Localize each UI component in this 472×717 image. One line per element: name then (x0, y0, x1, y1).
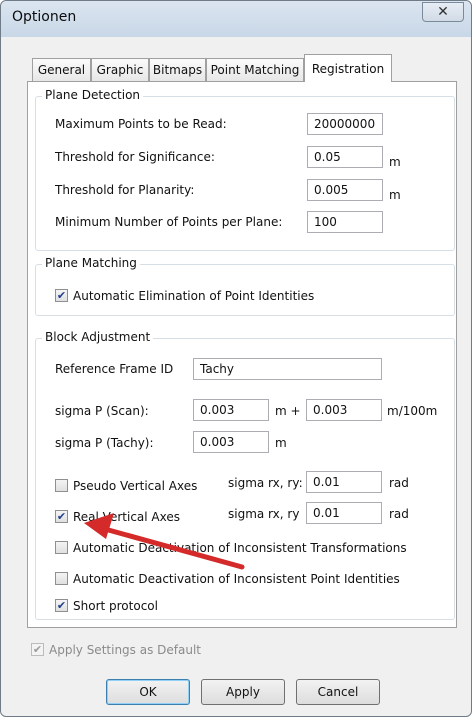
tab-registration[interactable]: Registration (304, 54, 392, 82)
checkmark-icon: ✔ (56, 510, 67, 523)
sigma-tachy-unit: m (275, 436, 287, 450)
sigma-scan-ppm-input[interactable]: 0.003 (306, 399, 382, 421)
significance-label: Threshold for Significance: (55, 150, 215, 164)
planarity-input[interactable]: 0.005 (307, 179, 383, 201)
checkmark-icon: ✔ (56, 289, 67, 302)
pseudo-sigma-label: sigma rx, ry: (228, 476, 303, 490)
reference-frame-label: Reference Frame ID (55, 362, 174, 376)
auto-elimination-checkbox[interactable]: ✔ (55, 289, 68, 302)
sigma-scan-label: sigma P (Scan): (55, 404, 149, 418)
pseudo-vertical-checkbox[interactable] (55, 479, 68, 492)
max-points-input[interactable]: 20000000 (307, 113, 383, 135)
auto-deact-points-checkbox[interactable] (55, 572, 68, 585)
significance-unit: m (389, 155, 401, 169)
apply-button[interactable]: Apply (201, 679, 285, 705)
checkmark-icon: ✔ (32, 643, 43, 656)
apply-default-checkbox[interactable]: ✔ (31, 643, 44, 656)
planarity-unit: m (389, 188, 401, 202)
tab-label: Registration (311, 61, 385, 76)
max-points-label: Maximum Points to be Read: (55, 117, 227, 131)
auto-elimination-label: Automatic Elimination of Point Identitie… (73, 289, 315, 303)
tab-general[interactable]: General (32, 58, 91, 81)
tab-graphic[interactable]: Graphic (91, 58, 149, 81)
pseudo-sigma-input[interactable]: 0.01 (306, 471, 382, 493)
significance-input[interactable]: 0.05 (307, 146, 383, 168)
tab-label: Bitmaps (152, 63, 203, 77)
cancel-button[interactable]: Cancel (296, 679, 380, 705)
auto-deact-transform-checkbox[interactable] (55, 541, 68, 554)
pseudo-vertical-label: Pseudo Vertical Axes (73, 479, 198, 493)
tab-label: General (37, 63, 86, 77)
tab-point-matching[interactable]: Point Matching (206, 58, 304, 81)
real-sigma-unit: rad (389, 507, 409, 521)
min-points-input[interactable]: 100 (307, 211, 383, 233)
reference-frame-input[interactable]: Tachy (193, 358, 382, 380)
real-sigma-input[interactable]: 0.01 (306, 502, 382, 524)
tab-label: Graphic (96, 63, 144, 77)
sigma-scan-ppm-unit: m/100m (387, 404, 438, 418)
short-protocol-checkbox[interactable]: ✔ (55, 599, 68, 612)
planarity-label: Threshold for Planarity: (55, 183, 195, 197)
block-adjustment-title: Block Adjustment (42, 330, 154, 344)
short-protocol-label: Short protocol (73, 599, 158, 613)
sigma-tachy-input[interactable]: 0.003 (193, 431, 269, 453)
min-points-label: Minimum Number of Points per Plane: (55, 215, 283, 229)
real-vertical-checkbox[interactable]: ✔ (55, 510, 68, 523)
annotation-arrow-icon (84, 513, 245, 570)
ok-button[interactable]: OK (106, 679, 190, 705)
sigma-scan-plus-label: m + (275, 404, 301, 418)
tab-label: Point Matching (210, 63, 300, 77)
sigma-scan-input[interactable]: 0.003 (193, 399, 269, 421)
window-title: Optionen (12, 9, 77, 25)
close-button[interactable]: ✕ (422, 2, 464, 22)
sigma-tachy-label: sigma P (Tachy): (55, 436, 154, 450)
tab-bitmaps[interactable]: Bitmaps (149, 58, 206, 81)
plane-detection-title: Plane Detection (42, 88, 144, 102)
pseudo-sigma-unit: rad (389, 476, 409, 490)
close-icon: ✕ (437, 4, 449, 20)
checkmark-icon: ✔ (56, 599, 67, 612)
apply-default-label: Apply Settings as Default (49, 643, 201, 657)
plane-matching-title: Plane Matching (42, 256, 140, 270)
